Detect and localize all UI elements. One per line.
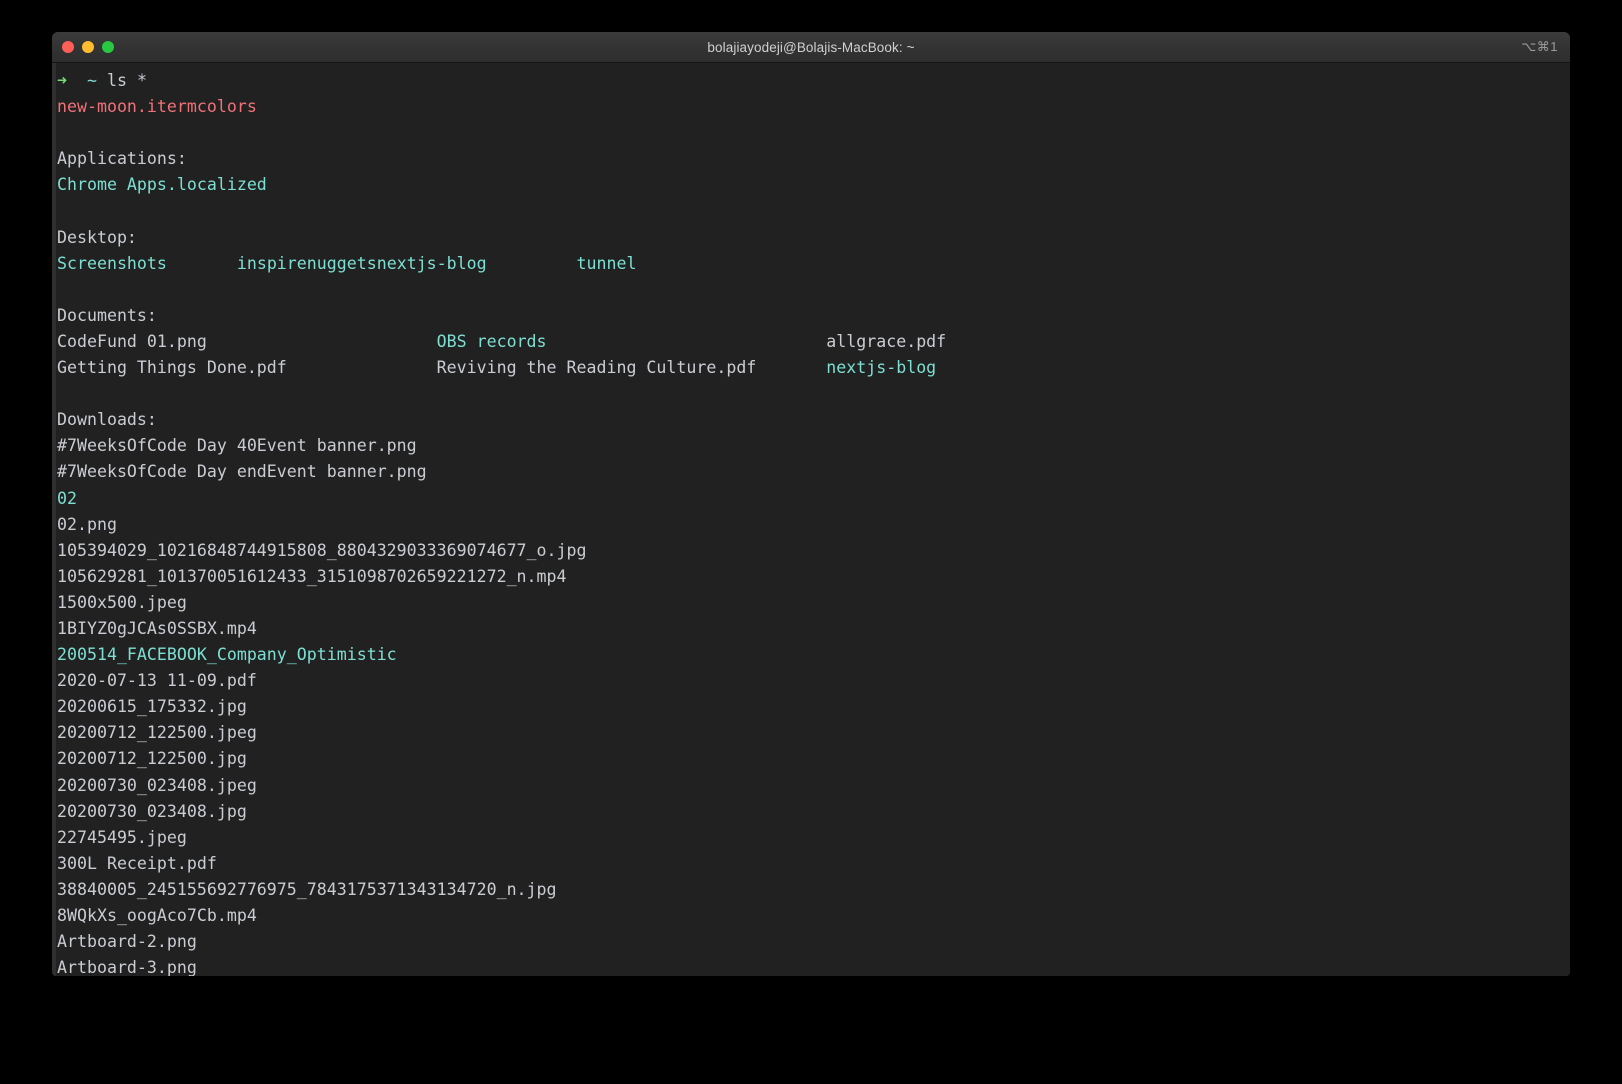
column-gap <box>207 332 437 351</box>
output-line: 20200615_175332.jpg <box>57 694 1570 720</box>
output-line: 20200730_023408.jpg <box>57 799 1570 825</box>
file-entry: inspirenuggets <box>236 253 377 273</box>
prompt-line: ➜ ~ ls * <box>57 68 1570 94</box>
directory-heading: Applications: <box>57 149 187 169</box>
output-line: Artboard-3.png <box>57 955 1570 976</box>
column-gap <box>547 332 827 351</box>
section-heading: Desktop: <box>57 225 1570 251</box>
file-entry: 38840005_245155692776975_784317537134313… <box>57 879 557 899</box>
file-entry: tunnel <box>576 253 637 273</box>
file-entry: allgrace.pdf <box>826 331 947 351</box>
window-shortcut-indicator: ⌥⌘1 <box>1521 39 1558 54</box>
file-entry: 20200712_122500.jpg <box>57 749 247 769</box>
traffic-light-group <box>62 32 114 62</box>
minimize-window-button[interactable] <box>82 41 94 53</box>
file-entry: Reviving the Reading Culture.pdf <box>436 358 757 378</box>
output-line: 20200712_122500.jpeg <box>57 720 1570 746</box>
output-line: #7WeeksOfCode Day 40Event banner.png <box>57 433 1570 459</box>
directory-heading: Desktop: <box>57 227 137 247</box>
file-entry: 1500x500.jpeg <box>57 592 187 612</box>
column-gap <box>287 358 437 377</box>
directory-heading: Documents: <box>57 305 157 325</box>
output-line: 22745495.jpeg <box>57 825 1570 851</box>
output-line: #7WeeksOfCode Day endEvent banner.png <box>57 459 1570 485</box>
file-entry: 1BIYZ0gJCAs0SSBX.mp4 <box>57 618 257 638</box>
window-title: bolajiayodeji@Bolajis-MacBook: ~ <box>707 39 915 55</box>
file-entry: #7WeeksOfCode Day 40Event banner.png <box>57 436 417 456</box>
file-entry: Screenshots <box>57 253 167 273</box>
file-entry: Artboard-2.png <box>57 932 197 952</box>
file-entry: 105394029_10216848744915808_880432903336… <box>57 540 587 560</box>
terminal-body[interactable]: ➜ ~ ls * new-moon.itermcolors Application… <box>52 63 1570 976</box>
file-entry: 2020-07-13 11-09.pdf <box>57 671 257 691</box>
file-entry: CodeFund 01.png <box>57 331 207 351</box>
file-entry: 02.png <box>57 514 117 534</box>
section-heading: Applications: <box>57 146 1570 172</box>
output-line: Screenshots inspirenuggetsnextjs-blog tu… <box>57 251 1570 277</box>
output-line: new-moon.itermcolors <box>57 94 1570 120</box>
file-entry: Chrome Apps.localized <box>57 175 267 195</box>
title-bar[interactable]: bolajiayodeji@Bolajis-MacBook: ~ ⌥⌘1 <box>52 32 1570 63</box>
output-line: 1500x500.jpeg <box>57 590 1570 616</box>
output-line: 20200730_023408.jpeg <box>57 773 1570 799</box>
file-entry: 105629281_101370051612433_31510987026592… <box>57 566 567 586</box>
output-line: 300L Receipt.pdf <box>57 851 1570 877</box>
output-line: 38840005_245155692776975_784317537134313… <box>57 877 1570 903</box>
file-entry: 20200730_023408.jpeg <box>57 775 257 795</box>
column-gap <box>756 358 826 377</box>
prompt-arrow-icon: ➜ <box>57 71 77 90</box>
file-entry: 300L Receipt.pdf <box>57 853 217 873</box>
output-line: 1BIYZ0gJCAs0SSBX.mp4 <box>57 616 1570 642</box>
file-entry: Getting Things Done.pdf <box>57 358 287 378</box>
output-line: 105394029_10216848744915808_880432903336… <box>57 538 1570 564</box>
file-entry: Artboard-3.png <box>57 958 197 976</box>
terminal-window: bolajiayodeji@Bolajis-MacBook: ~ ⌥⌘1 ➜ ~… <box>52 32 1570 976</box>
output-line: 20200712_122500.jpg <box>57 746 1570 772</box>
section-heading: Documents: <box>57 303 1570 329</box>
file-entry: 02 <box>57 488 77 508</box>
terminal-scrollbar[interactable] <box>52 63 56 976</box>
file-entry: 200514_FACEBOOK_Company_Optimistic <box>57 645 397 665</box>
file-entry: 20200615_175332.jpg <box>57 697 247 717</box>
output-line: 02.png <box>57 512 1570 538</box>
close-window-button[interactable] <box>62 41 74 53</box>
column-gap <box>487 254 577 273</box>
prompt-path: ~ <box>76 71 107 90</box>
file-entry: 8WQkXs_oogAco7Cb.mp4 <box>57 906 257 925</box>
section-heading: Downloads: <box>57 407 1570 433</box>
file-entry: 20200712_122500.jpeg <box>57 723 257 743</box>
directory-heading: Downloads: <box>57 410 157 430</box>
output-line: CodeFund 01.png OBS records allgrace.pdf <box>57 329 1570 355</box>
output-line: 2020-07-13 11-09.pdf <box>57 668 1570 694</box>
output-line: 200514_FACEBOOK_Company_Optimistic <box>57 642 1570 668</box>
file-entry: OBS records <box>436 331 547 351</box>
output-line: Chrome Apps.localized <box>57 172 1570 198</box>
output-line: 8WQkXs_oogAco7Cb.mp4 <box>57 903 1570 929</box>
file-entry: 20200730_023408.jpg <box>57 801 247 821</box>
terminal-output[interactable]: ➜ ~ ls * new-moon.itermcolors Application… <box>57 63 1570 976</box>
file-entry: nextjs-blog <box>826 358 937 378</box>
column-gap <box>167 254 237 273</box>
output-line: Artboard-2.png <box>57 929 1570 955</box>
maximize-window-button[interactable] <box>102 41 114 53</box>
file-entry: 22745495.jpeg <box>57 827 187 847</box>
file-entry: #7WeeksOfCode Day endEvent banner.png <box>57 462 427 482</box>
prompt-command: ls * <box>106 71 147 90</box>
output-line: Getting Things Done.pdf Reviving the Rea… <box>57 355 1570 381</box>
file-entry: new-moon.itermcolors <box>57 97 257 117</box>
output-line: 02 <box>57 486 1570 512</box>
output-line: 105629281_101370051612433_31510987026592… <box>57 564 1570 590</box>
file-entry: nextjs-blog <box>376 253 487 273</box>
